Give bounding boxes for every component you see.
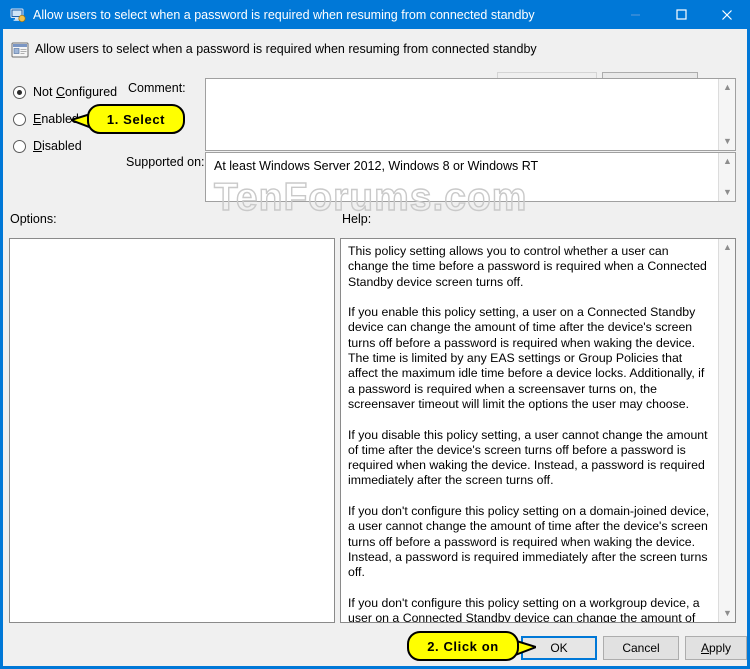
close-button[interactable] [704, 0, 747, 29]
scroll-up-icon[interactable]: ▲ [719, 240, 735, 255]
radio-disabled[interactable]: Disabled [13, 138, 82, 154]
radio-disabled-label: Disabled [33, 139, 82, 153]
maximize-button[interactable] [658, 0, 704, 29]
group-policy-setting-icon [11, 41, 29, 59]
policy-title: Allow users to select when a password is… [35, 42, 537, 56]
options-panel[interactable] [9, 238, 335, 623]
options-label: Options: [10, 212, 57, 226]
comment-scrollbar[interactable]: ▲ ▼ [718, 79, 735, 150]
callout-step-2-label: 2. Click on [427, 638, 499, 654]
ok-button-label: OK [550, 641, 568, 655]
supported-on-textarea[interactable]: At least Windows Server 2012, Windows 8 … [205, 152, 736, 202]
supported-on-scrollbar[interactable]: ▲ ▼ [718, 153, 735, 201]
scroll-up-icon[interactable]: ▲ [719, 80, 736, 95]
help-label: Help: [342, 212, 372, 226]
title-bar: Allow users to select when a password is… [3, 0, 747, 29]
minimize-button[interactable] [612, 0, 658, 29]
help-text: This policy setting allows you to contro… [348, 244, 710, 623]
help-scrollbar[interactable]: ▲ ▼ [718, 239, 735, 622]
radio-not-configured-label: Not Configured [33, 85, 118, 99]
cancel-button[interactable]: Cancel [603, 636, 679, 660]
apply-button[interactable]: Apply [685, 636, 747, 660]
maximize-icon [675, 9, 687, 20]
supported-on-label: Supported on: [126, 155, 205, 169]
cancel-button-label: Cancel [622, 641, 660, 655]
comment-textarea[interactable]: ▲ ▼ [205, 78, 736, 151]
radio-not-configured-indicator [13, 85, 26, 99]
apply-button-label: Apply [700, 641, 732, 655]
radio-enabled-indicator [13, 112, 26, 126]
scroll-up-icon[interactable]: ▲ [719, 154, 736, 169]
policy-setting-dialog: Allow users to select when a password is… [0, 0, 750, 669]
window-title: Allow users to select when a password is… [33, 7, 535, 22]
comment-label: Comment: [128, 81, 186, 95]
supported-on-value: At least Windows Server 2012, Windows 8 … [214, 159, 539, 173]
callout-step-1: 1. Select [87, 104, 185, 134]
scroll-down-icon[interactable]: ▼ [719, 606, 735, 621]
radio-enabled[interactable]: Enabled [13, 111, 79, 127]
callout-step-2: 2. Click on [407, 631, 519, 661]
radio-not-configured[interactable]: Not Configured [13, 84, 117, 100]
minimize-icon [630, 14, 640, 16]
policy-header: Allow users to select when a password is… [3, 29, 747, 95]
close-icon [722, 9, 732, 20]
monitor-policy-icon [10, 7, 26, 23]
scroll-down-icon[interactable]: ▼ [719, 134, 736, 149]
radio-disabled-indicator [13, 139, 26, 153]
callout-step-1-label: 1. Select [106, 111, 166, 127]
scroll-down-icon[interactable]: ▼ [719, 185, 736, 200]
help-panel: This policy setting allows you to contro… [340, 238, 736, 623]
